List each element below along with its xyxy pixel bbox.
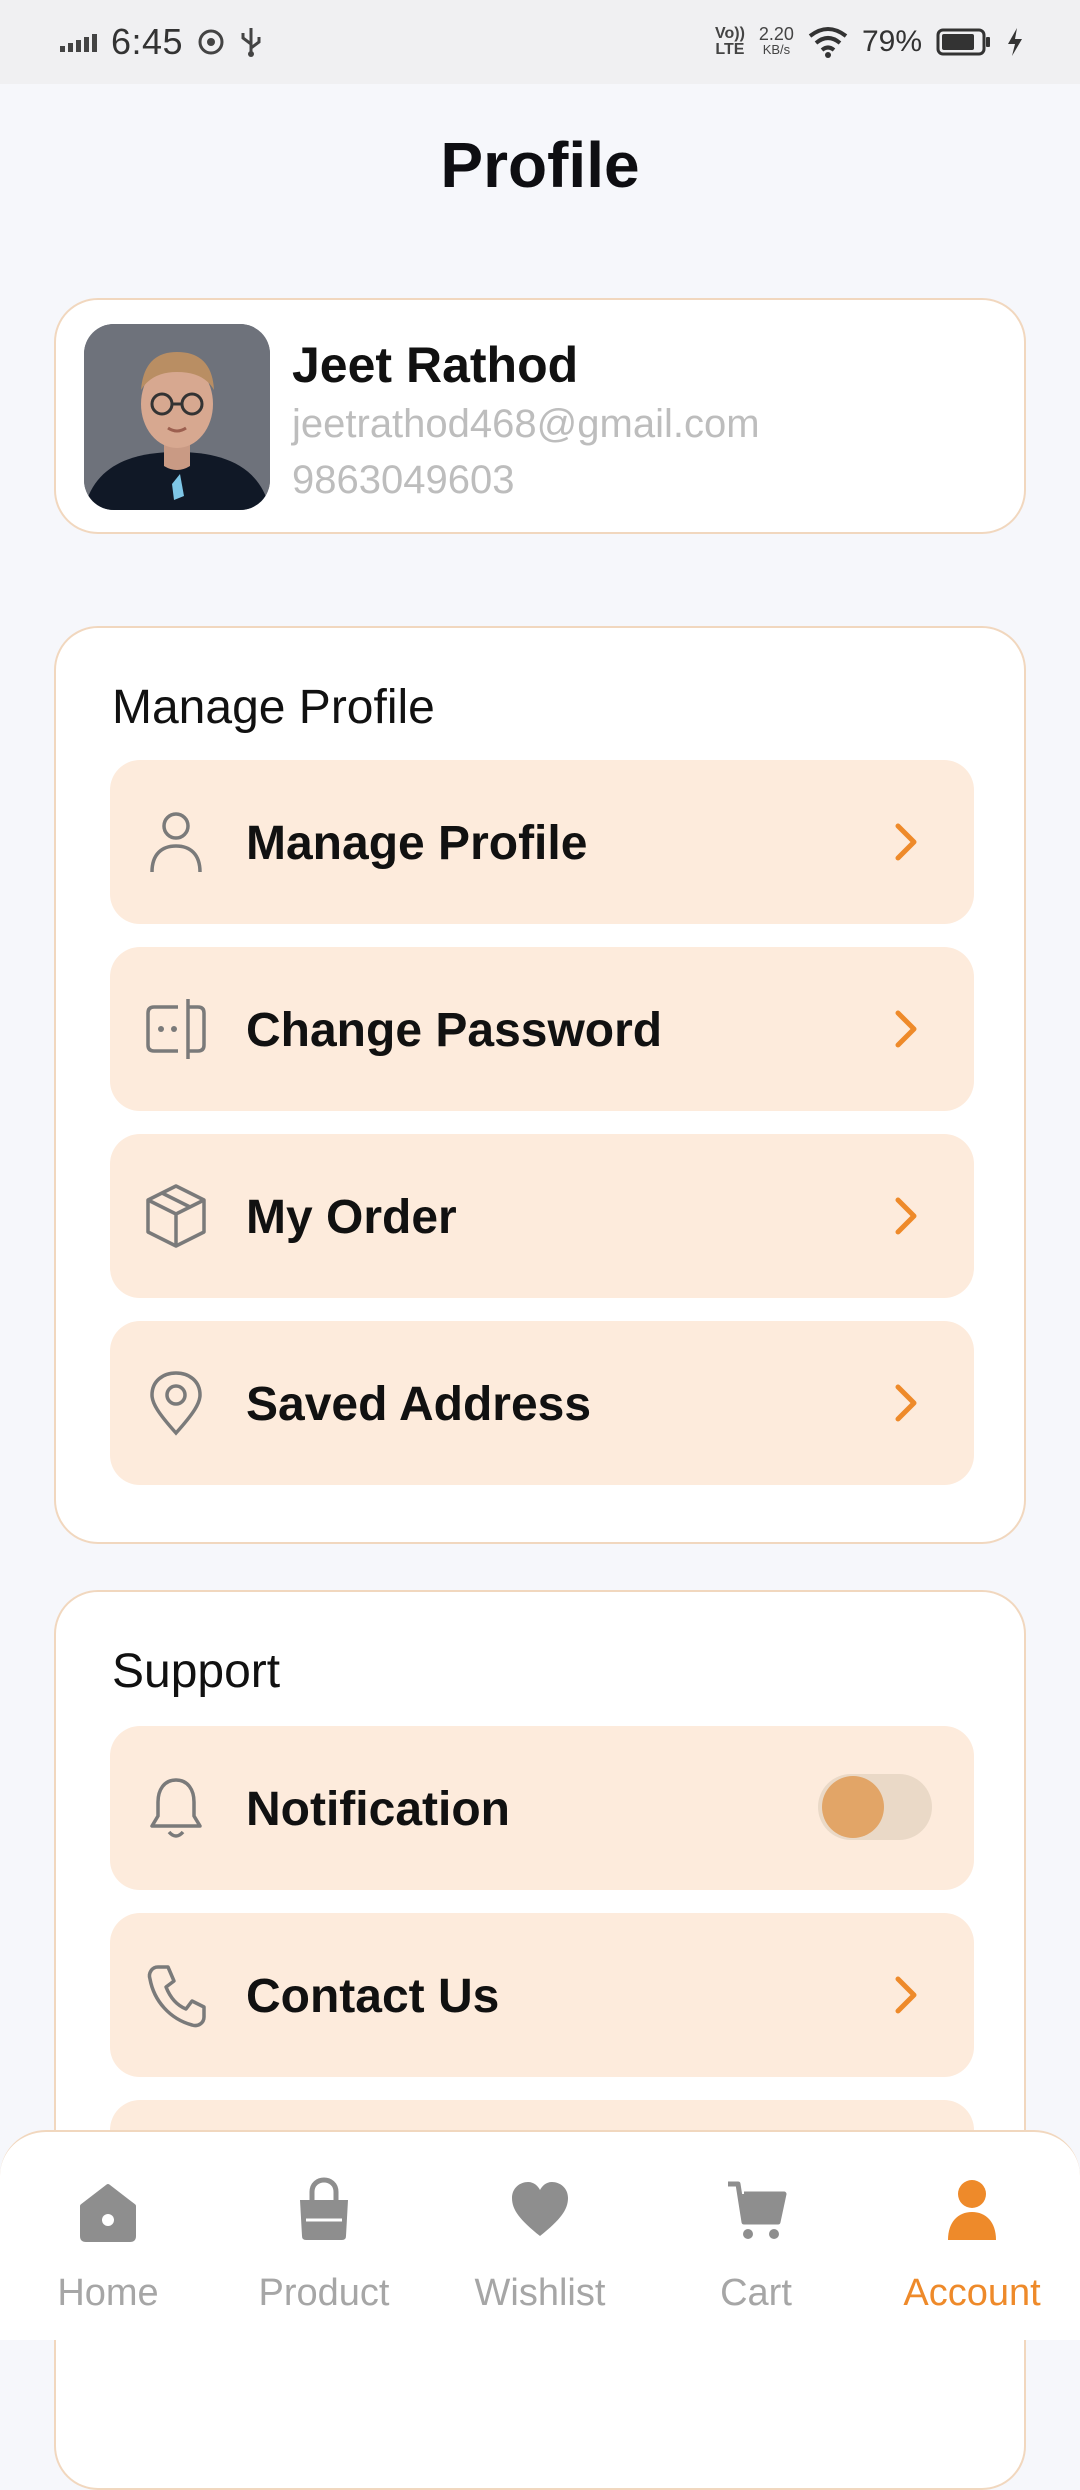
- password-icon: [146, 999, 206, 1059]
- profile-email: jeetrathod468@gmail.com: [292, 402, 760, 446]
- notification-toggle[interactable]: [818, 1774, 932, 1840]
- status-time: 6:45: [111, 21, 184, 62]
- home-icon: [80, 2184, 136, 2242]
- nav-item-account[interactable]: Account: [864, 2132, 1080, 2342]
- package-icon: [146, 1184, 206, 1248]
- page-title: Profile: [440, 129, 640, 201]
- chevron-right-icon: [895, 1384, 917, 1422]
- bottom-navigation: Home Product Wishlist Cart Account: [0, 2130, 1080, 2340]
- sync-icon: [198, 29, 224, 55]
- nav-label: Product: [258, 2272, 390, 2314]
- toggle-knob: [822, 1776, 884, 1838]
- menu-item-contact-us[interactable]: Contact Us: [110, 1913, 974, 2077]
- usb-icon: [241, 28, 261, 57]
- location-pin-icon: [150, 1371, 202, 1436]
- user-icon: [150, 812, 202, 873]
- nav-item-home[interactable]: Home: [0, 2132, 216, 2342]
- nav-label: Wishlist: [474, 2272, 606, 2314]
- chevron-right-icon: [895, 1976, 917, 2014]
- menu-item-saved-address[interactable]: Saved Address: [110, 1321, 974, 1485]
- menu-item-label: Contact Us: [246, 1970, 500, 2023]
- network-speed: 2.20 KB/s: [758, 24, 794, 57]
- menu-item-notification[interactable]: Notification: [110, 1726, 974, 1890]
- signal-icon: [60, 32, 97, 52]
- nav-item-product[interactable]: Product: [216, 2132, 432, 2342]
- nav-item-wishlist[interactable]: Wishlist: [432, 2132, 648, 2342]
- profile-card[interactable]: Jeet Rathod jeetrathod468@gmail.com 9863…: [54, 298, 1026, 534]
- menu-item-label: Change Password: [246, 1004, 663, 1057]
- menu-item-label: Saved Address: [246, 1378, 592, 1431]
- nav-label: Account: [903, 2272, 1041, 2314]
- menu-item-my-order[interactable]: My Order: [110, 1134, 974, 1298]
- phone-icon: [147, 1965, 206, 2028]
- menu-item-change-password[interactable]: Change Password: [110, 947, 974, 1111]
- status-bar: 6:45 Vo)) LTE 2.20 KB/s 79%: [0, 0, 1080, 84]
- account-icon: [948, 2180, 996, 2240]
- nav-item-cart[interactable]: Cart: [648, 2132, 864, 2342]
- chevron-right-icon: [895, 823, 917, 861]
- heart-icon: [512, 2182, 568, 2236]
- battery-icon: [936, 28, 990, 56]
- cart-icon: [728, 2181, 787, 2239]
- section-title: Support: [112, 1645, 281, 1698]
- menu-item-label: My Order: [246, 1191, 457, 1244]
- charging-icon: [1008, 28, 1022, 56]
- nav-label: Home: [57, 2272, 159, 2314]
- profile-name: Jeet Rathod: [292, 337, 579, 393]
- network-type: Vo)) LTE: [714, 25, 745, 58]
- avatar: [84, 324, 270, 510]
- chevron-right-icon: [895, 1197, 917, 1235]
- section-title: Manage Profile: [112, 681, 435, 734]
- nav-label: Cart: [720, 2272, 792, 2314]
- chevron-right-icon: [895, 1010, 917, 1048]
- menu-item-label: Notification: [246, 1783, 510, 1836]
- shopping-bag-icon: [300, 2177, 348, 2240]
- menu-item-label: Manage Profile: [246, 817, 588, 870]
- wifi-icon: [808, 27, 848, 58]
- profile-phone: 9863049603: [292, 458, 515, 502]
- support-section: Support Notification Contact Us: [54, 1590, 1026, 2490]
- battery-percent: 79%: [861, 25, 922, 58]
- manage-profile-section: Manage Profile Manage Profile Change Pas…: [54, 626, 1026, 1544]
- bell-icon: [150, 1778, 202, 1838]
- menu-item-manage-profile[interactable]: Manage Profile: [110, 760, 974, 924]
